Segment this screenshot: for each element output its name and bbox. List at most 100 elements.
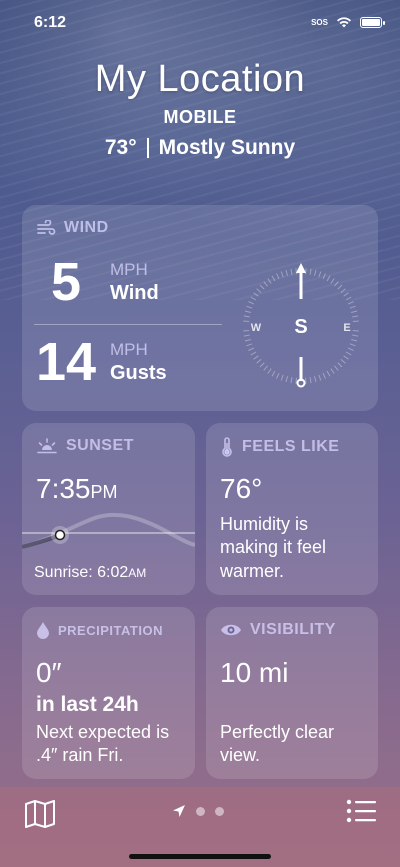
- compass-tick: [326, 370, 331, 377]
- visibility-card-header: VISIBILITY: [220, 621, 336, 639]
- feels-like-card-header: FEELS LIKE: [220, 437, 339, 457]
- precipitation-card[interactable]: PRECIPITATION 0″ in last 24h Next expect…: [22, 607, 195, 779]
- wind-divider: [34, 324, 222, 325]
- compass-tick: [248, 301, 255, 305]
- precipitation-card-header: PRECIPITATION: [36, 621, 163, 639]
- sunrise-label: Sunrise: 6:02: [34, 564, 129, 581]
- feels-like-card[interactable]: FEELS LIKE 76° Humidity is making it fee…: [206, 423, 378, 595]
- location-header: My Location MOBILE 73° Mostly Sunny: [0, 58, 400, 160]
- wind-icon: [37, 220, 56, 235]
- compass-tick: [243, 330, 250, 332]
- sun-path-graph: [22, 512, 195, 549]
- wind-gusts-value: 14: [35, 332, 97, 392]
- compass-tick: [326, 275, 331, 282]
- visibility-value: 10 mi: [220, 657, 289, 688]
- compass-tick: [243, 315, 250, 318]
- wind-card-header: WIND: [36, 219, 109, 237]
- home-indicator[interactable]: [129, 854, 271, 859]
- eye-icon: [221, 624, 241, 636]
- compass-tick: [290, 377, 293, 384]
- wind-gusts-unit: MPH: [110, 339, 148, 359]
- sunset-ampm: PM: [90, 482, 118, 502]
- compass-tick: [305, 377, 307, 384]
- compass-tick: [285, 269, 289, 276]
- compass-south-label: S: [294, 316, 307, 338]
- current-conditions: 73° Mostly Sunny: [0, 136, 400, 160]
- compass-tick: [246, 305, 253, 309]
- wifi-icon: [337, 17, 351, 28]
- compass-tick: [256, 359, 262, 364]
- compass-tick: [349, 343, 356, 347]
- compass-tick: [351, 310, 358, 314]
- compass-tick: [313, 269, 317, 276]
- compass-tick: [345, 351, 352, 356]
- current-temperature: 73°: [104, 136, 137, 159]
- compass-tick: [334, 281, 339, 287]
- battery-icon: [360, 16, 385, 28]
- feels-like-description: Humidity is making it feel warmer.: [220, 514, 327, 581]
- compass-tick: [352, 330, 359, 332]
- compass-tick: [322, 372, 326, 379]
- page-dot[interactable]: [215, 806, 224, 816]
- location-subtitle: MOBILE: [163, 107, 237, 127]
- feels-like-title: FEELS LIKE: [242, 438, 340, 455]
- visibility-card[interactable]: VISIBILITY 10 mi Perfectly clear view.: [206, 607, 378, 779]
- wind-title: WIND: [64, 219, 109, 236]
- compass-tick: [330, 278, 335, 284]
- compass-tick: [253, 292, 259, 297]
- compass-tick: [349, 305, 356, 309]
- compass-tick: [250, 296, 257, 301]
- list-icon[interactable]: [346, 799, 376, 823]
- compass-tick: [295, 268, 297, 275]
- compass-tick: [243, 320, 250, 322]
- compass-tick: [322, 273, 326, 280]
- compass-tick: [267, 278, 272, 284]
- raindrop-icon: [37, 622, 49, 639]
- compass-tick: [259, 284, 265, 290]
- condition-text: Mostly Sunny: [158, 136, 296, 159]
- sunset-icon: [37, 438, 57, 454]
- visibility-title: VISIBILITY: [250, 621, 336, 638]
- sunset-card[interactable]: SUNSET 7:35PM Sunrise: 6:02AM: [22, 423, 195, 595]
- compass-tick: [337, 284, 343, 290]
- compass-tick: [259, 362, 265, 368]
- location-arrow-icon[interactable]: [172, 804, 186, 818]
- compass-tick: [280, 271, 284, 278]
- compass-tick: [250, 351, 257, 356]
- compass-tick: [345, 296, 352, 301]
- feels-like-value: 76°: [220, 473, 263, 504]
- compass-tick: [280, 374, 284, 381]
- sunset-card-header: SUNSET: [36, 437, 134, 455]
- compass-tick: [246, 343, 253, 347]
- compass-tick: [263, 281, 268, 287]
- sunrise-text: Sunrise: 6:02AM: [34, 564, 146, 582]
- sunset-time: 7:35PM: [36, 473, 118, 505]
- compass-tick: [267, 368, 272, 374]
- wind-card[interactable]: WIND 5 MPH Wind 14 MPH Gusts S W E: [22, 205, 378, 411]
- location-title: My Location: [94, 58, 306, 100]
- compass-tick: [248, 347, 255, 351]
- thermometer-icon: [222, 437, 232, 457]
- compass-tick: [309, 268, 312, 275]
- wind-compass: S W E: [243, 263, 359, 388]
- status-icons: SOS: [311, 16, 385, 28]
- wind-gusts-row: 14 MPH Gusts: [34, 335, 167, 389]
- compass-east-label: E: [343, 322, 350, 334]
- compass-tick: [263, 365, 268, 371]
- compass-tick: [337, 362, 343, 368]
- bottom-toolbar: [0, 787, 400, 867]
- compass-tick: [330, 368, 335, 374]
- sunrise-ampm: AM: [128, 566, 147, 580]
- compass-tick: [295, 377, 297, 384]
- wind-speed-row: 5 MPH Wind: [34, 255, 159, 309]
- compass-tick: [340, 359, 346, 364]
- page-dot[interactable]: [196, 806, 205, 816]
- page-indicator[interactable]: [172, 804, 224, 818]
- wind-gusts-label: Gusts: [110, 361, 167, 384]
- compass-tick: [343, 292, 349, 297]
- wind-speed-label: Wind: [110, 281, 159, 304]
- status-bar: 6:12 SOS: [0, 0, 400, 46]
- compass-tick: [309, 377, 312, 384]
- map-icon[interactable]: [24, 799, 56, 829]
- compass-tick: [276, 372, 280, 379]
